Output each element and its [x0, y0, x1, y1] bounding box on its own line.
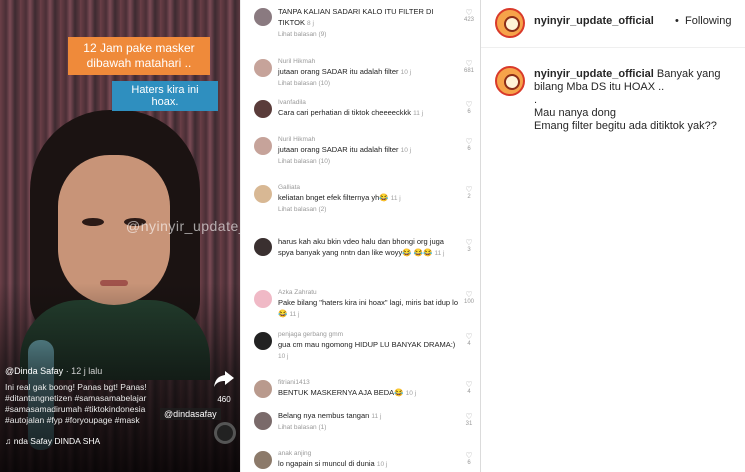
- video-description: Ini real gak boong! Panas bgt! Panas! #d…: [5, 382, 147, 425]
- post-header: nyinyir_update_official • Following: [481, 0, 745, 48]
- video-time: · 12 j lalu: [65, 366, 103, 376]
- music-disc-icon[interactable]: [214, 422, 236, 444]
- like-button[interactable]: ♡ 681: [462, 59, 476, 74]
- avatar[interactable]: [254, 185, 272, 203]
- video-frame[interactable]: 12 Jam pake masker dibawah matahari .. H…: [0, 0, 240, 472]
- avatar[interactable]: [254, 380, 272, 398]
- like-button[interactable]: ♡ 4: [462, 332, 476, 347]
- avatar[interactable]: [254, 290, 272, 308]
- avatar[interactable]: [254, 451, 272, 469]
- like-button[interactable]: ♡ 6: [462, 137, 476, 152]
- video-username[interactable]: @Dinda Safay: [5, 366, 63, 376]
- following-button[interactable]: Following: [685, 15, 731, 27]
- avatar[interactable]: [495, 8, 525, 38]
- post-username[interactable]: nyinyir_update_official: [534, 15, 654, 27]
- comments-panel[interactable]: TANPA KALIAN SADARI KALO ITU FILTER DI T…: [240, 0, 480, 472]
- like-button[interactable]: ♡ 100: [462, 290, 476, 305]
- view-replies-link[interactable]: Lihat balasan (1): [278, 424, 458, 431]
- instagram-post-panel: nyinyir_update_official • Following nyin…: [480, 0, 745, 472]
- separator-dot: •: [675, 15, 679, 27]
- like-button[interactable]: ♡ 6: [462, 100, 476, 115]
- view-replies-link[interactable]: Lihat balasan (10): [278, 80, 458, 87]
- avatar[interactable]: [254, 412, 272, 430]
- screenshot-root: 12 Jam pake masker dibawah matahari .. H…: [0, 0, 745, 472]
- avatar[interactable]: [254, 332, 272, 350]
- view-replies-link[interactable]: Lihat balasan (10): [278, 158, 458, 165]
- avatar[interactable]: [254, 100, 272, 118]
- like-button[interactable]: ♡ 4: [462, 380, 476, 395]
- view-replies-link[interactable]: Lihat balasan (9): [278, 31, 458, 38]
- like-button[interactable]: ♡ 2: [462, 185, 476, 200]
- caption-username[interactable]: nyinyir_update_official: [534, 68, 654, 80]
- tag-badge[interactable]: @dindasafay: [160, 408, 221, 420]
- avatar[interactable]: [254, 59, 272, 77]
- watermark: @nyinyir_update_official: [126, 218, 240, 234]
- video-hoax-label: Haters kira ini hoax.: [112, 81, 218, 111]
- share-count: 460: [217, 395, 231, 404]
- avatar[interactable]: [254, 8, 272, 26]
- avatar[interactable]: [254, 137, 272, 155]
- like-button[interactable]: ♡ 423: [462, 8, 476, 23]
- video-sound[interactable]: ♫ nda Safay DINDA SHA: [5, 436, 100, 446]
- caption-avatar[interactable]: [495, 66, 525, 96]
- like-button[interactable]: ♡ 6: [462, 451, 476, 466]
- post-caption: nyinyir_update_official Banyak yang bila…: [534, 68, 721, 132]
- share-button[interactable]: 460: [212, 370, 236, 404]
- like-button[interactable]: ♡ 31: [462, 412, 476, 427]
- video-author[interactable]: @Dinda Safay · 12 j lalu: [5, 366, 102, 376]
- share-icon: [214, 371, 234, 387]
- avatar[interactable]: [254, 238, 272, 256]
- like-button[interactable]: ♡ 3: [462, 238, 476, 253]
- view-replies-link[interactable]: Lihat balasan (2): [278, 206, 458, 213]
- video-caption-overlay: 12 Jam pake masker dibawah matahari ..: [68, 37, 210, 75]
